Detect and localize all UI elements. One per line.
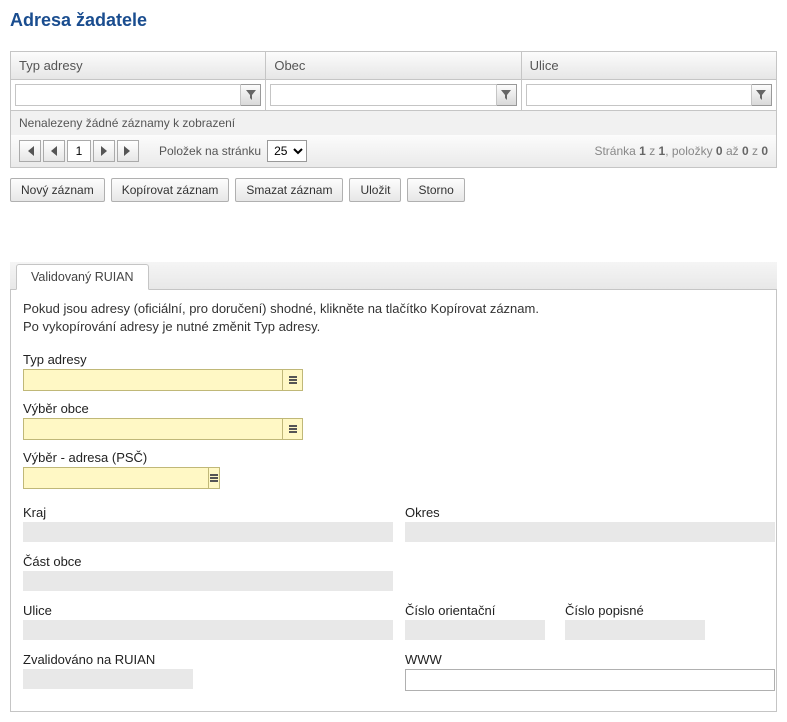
input-zvalidovano <box>23 669 193 689</box>
dropdown-icon[interactable] <box>283 369 303 391</box>
filter-icon[interactable] <box>752 84 772 106</box>
new-record-button[interactable]: Nový záznam <box>10 178 105 202</box>
grid-empty-message: Nenalezeny žádné záznamy k zobrazení <box>11 111 776 135</box>
filter-icon[interactable] <box>241 84 261 106</box>
info-line1: Pokud jsou adresy (oficiální, pro doruče… <box>23 300 764 318</box>
grid-header-typ-adresy[interactable]: Typ adresy <box>11 52 266 79</box>
per-page-label: Položek na stránku <box>159 144 261 158</box>
grid-filter-cell-ulice <box>522 80 776 110</box>
input-okres <box>405 522 775 542</box>
label-cislo-orientacni: Číslo orientační <box>405 603 545 618</box>
label-okres: Okres <box>405 505 775 520</box>
input-typ-adresy[interactable] <box>23 369 283 391</box>
cancel-button[interactable]: Storno <box>407 178 464 202</box>
filter-input-ulice[interactable] <box>526 84 752 106</box>
dropdown-icon[interactable] <box>209 467 220 489</box>
combo-vyber-adresa-psc <box>23 467 193 489</box>
label-www: WWW <box>405 652 775 667</box>
tab-validovany-ruian[interactable]: Validovaný RUIAN <box>16 264 149 290</box>
input-www[interactable] <box>405 669 775 691</box>
grid-filter-row <box>11 80 776 111</box>
grid-filter-cell-typ-adresy <box>11 80 266 110</box>
label-typ-adresy: Typ adresy <box>23 352 764 367</box>
grid-filter-cell-obec <box>266 80 521 110</box>
grid-header-row: Typ adresy Obec Ulice <box>11 52 776 80</box>
pager <box>19 140 139 162</box>
grid-header-obec[interactable]: Obec <box>266 52 521 79</box>
action-bar: Nový záznam Kopírovat záznam Smazat zázn… <box>10 178 777 202</box>
grid-footer: Položek na stránku 25 Stránka 1 z 1, pol… <box>11 135 776 167</box>
info-line2: Po vykopírování adresy je nutné změnit T… <box>23 318 764 336</box>
readonly-grid: Kraj Okres Část obce Ulice Číslo orienta… <box>23 505 764 691</box>
input-cislo-popisne <box>565 620 705 640</box>
pager-page-input[interactable] <box>67 140 91 162</box>
filter-input-typ-adresy[interactable] <box>15 84 241 106</box>
input-cast-obce <box>23 571 393 591</box>
pager-next-icon[interactable] <box>93 140 115 162</box>
combo-typ-adresy <box>23 369 303 391</box>
input-cislo-orientacni <box>405 620 545 640</box>
filter-icon[interactable] <box>497 84 517 106</box>
tab-panel: Pokud jsou adresy (oficiální, pro doruče… <box>10 290 777 712</box>
label-zvalidovano: Zvalidováno na RUIAN <box>23 652 393 667</box>
info-text: Pokud jsou adresy (oficiální, pro doruče… <box>23 300 764 336</box>
copy-record-button[interactable]: Kopírovat záznam <box>111 178 230 202</box>
delete-record-button[interactable]: Smazat záznam <box>235 178 343 202</box>
label-kraj: Kraj <box>23 505 393 520</box>
address-grid: Typ adresy Obec Ulice Nenalezeny žádné z… <box>10 51 777 168</box>
label-cislo-popisne: Číslo popisné <box>565 603 705 618</box>
input-vyber-obce[interactable] <box>23 418 283 440</box>
pager-first-icon[interactable] <box>19 140 41 162</box>
label-cast-obce: Část obce <box>23 554 775 569</box>
pager-prev-icon[interactable] <box>43 140 65 162</box>
grid-status: Stránka 1 z 1, položky 0 až 0 z 0 <box>594 144 768 158</box>
label-ulice: Ulice <box>23 603 393 618</box>
per-page-select[interactable]: 25 <box>267 140 307 162</box>
save-button[interactable]: Uložit <box>349 178 401 202</box>
label-vyber-adresa-psc: Výběr - adresa (PSČ) <box>23 450 764 465</box>
dropdown-icon[interactable] <box>283 418 303 440</box>
input-vyber-adresa-psc[interactable] <box>23 467 209 489</box>
input-kraj <box>23 522 393 542</box>
pager-last-icon[interactable] <box>117 140 139 162</box>
combo-vyber-obce <box>23 418 303 440</box>
filter-input-obec[interactable] <box>270 84 496 106</box>
input-ulice <box>23 620 393 640</box>
grid-header-ulice[interactable]: Ulice <box>522 52 776 79</box>
label-vyber-obce: Výběr obce <box>23 401 764 416</box>
page-title: Adresa žadatele <box>10 10 777 31</box>
tab-strip: Validovaný RUIAN <box>10 262 777 290</box>
